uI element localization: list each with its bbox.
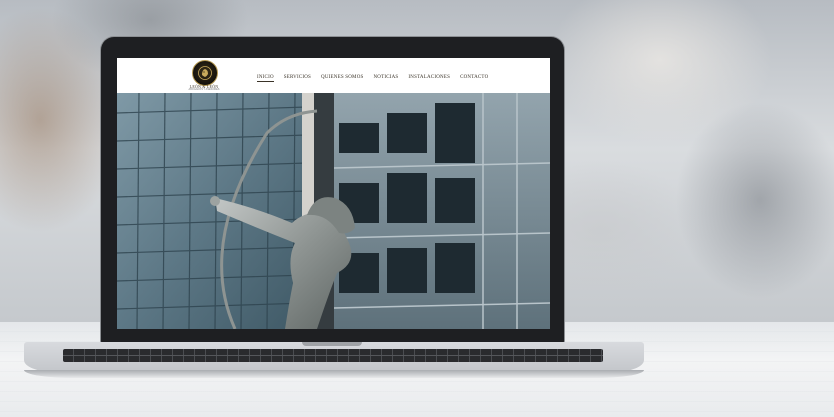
site-header: LEÓN & LEÓN ABOGADOS Y ASESORES INICIO S… (117, 58, 550, 93)
laptop-hinge-notch (302, 342, 362, 346)
logo-tagline: ABOGADOS Y ASESORES (188, 88, 220, 91)
laptop-base-lip (24, 370, 644, 378)
nav-item-quienes-somos[interactable]: QUIENES SOMOS (321, 75, 363, 82)
keyboard-row-divider (63, 355, 603, 356)
main-nav: INICIO SERVICIOS QUIENES SOMOS NOTICIAS … (257, 75, 488, 82)
hero-archer-statue-image (117, 93, 550, 329)
nav-item-instalaciones[interactable]: INSTALACIONES (408, 75, 450, 82)
nav-item-contacto[interactable]: CONTACTO (460, 75, 488, 82)
hero-image (117, 93, 550, 329)
nav-item-noticias[interactable]: NOTICIAS (373, 75, 398, 82)
nav-item-inicio[interactable]: INICIO (257, 75, 274, 82)
laptop-screen: LEÓN & LEÓN ABOGADOS Y ASESORES INICIO S… (117, 58, 550, 329)
logo-lion-icon[interactable] (192, 60, 218, 86)
nav-item-servicios[interactable]: SERVICIOS (284, 75, 311, 82)
